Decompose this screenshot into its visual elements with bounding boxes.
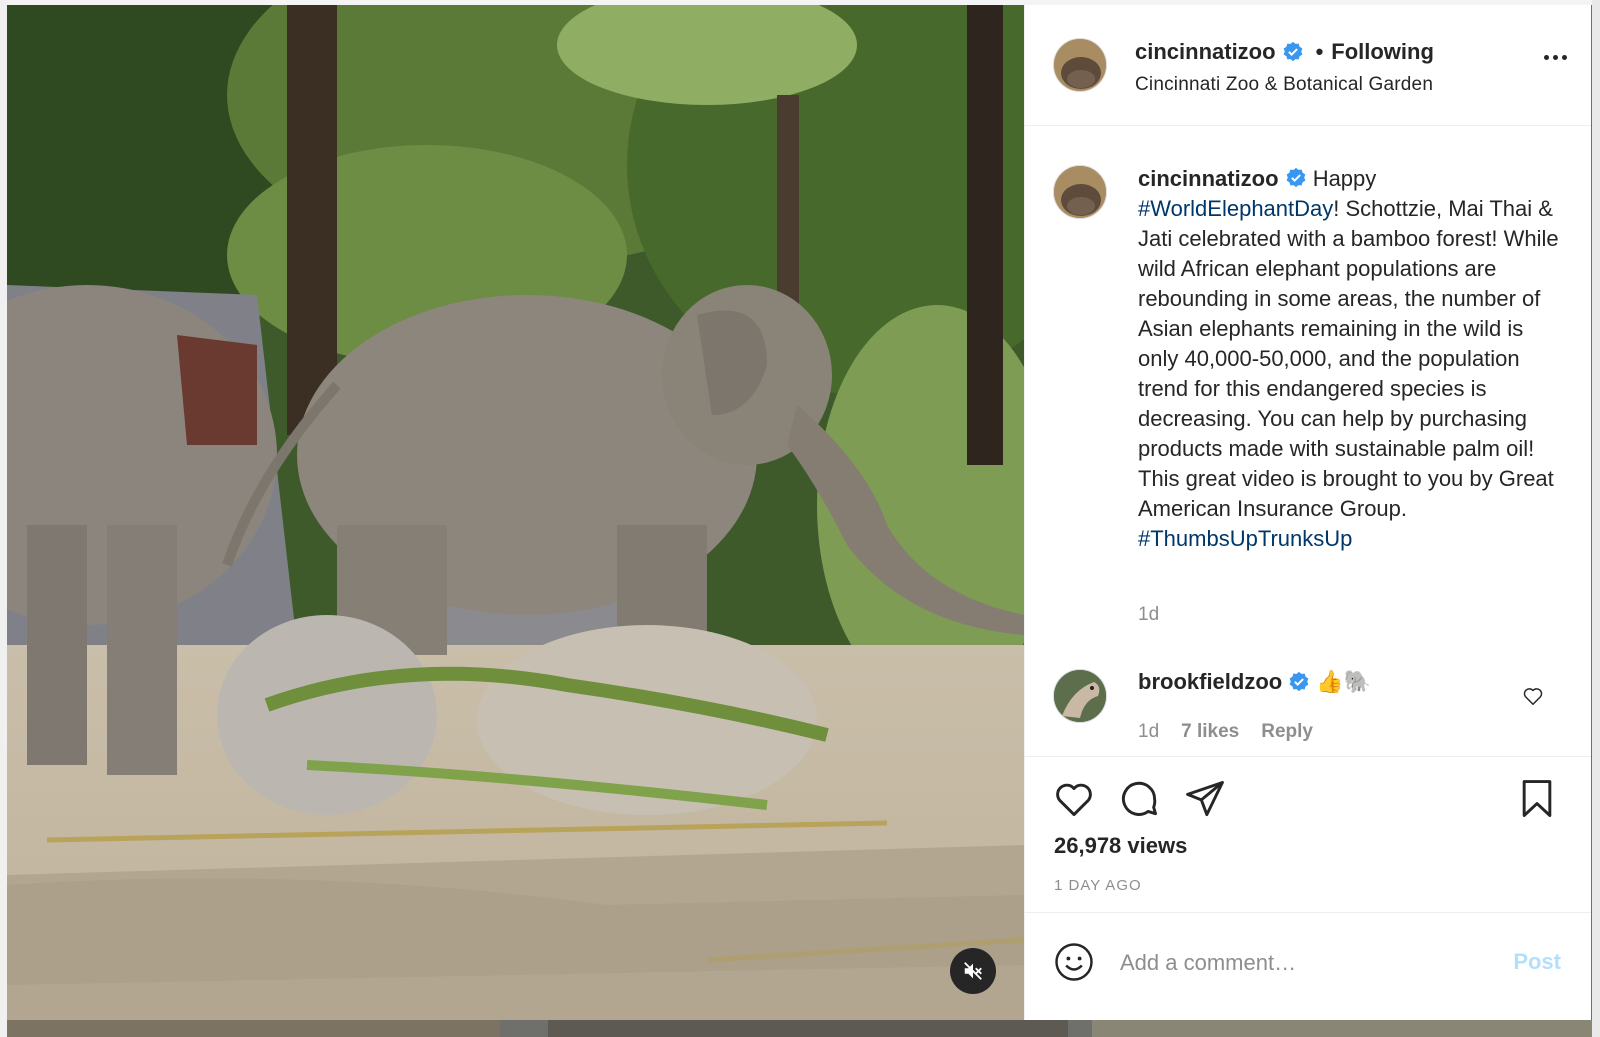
comment-icon[interactable] xyxy=(1117,777,1161,826)
post-actions: 26,978 views 1 DAY AGO xyxy=(1025,756,1591,912)
caption-text: ! Schottzie, Mai Thai & Jati celebrated … xyxy=(1138,196,1559,521)
verified-badge-icon xyxy=(1289,671,1309,692)
comment-text: 👍🐘 xyxy=(1316,669,1372,694)
post-comment-button[interactable]: Post xyxy=(1513,949,1561,975)
following-button[interactable]: Following xyxy=(1331,39,1434,65)
comment-likes[interactable]: 7 likes xyxy=(1181,721,1239,743)
verified-badge-icon xyxy=(1286,167,1305,188)
heart-icon[interactable] xyxy=(1052,777,1096,826)
emoji-icon[interactable] xyxy=(1053,941,1095,988)
post-header: cincinnatizoo • Following Cincinnati Zoo… xyxy=(1025,5,1591,126)
post-location[interactable]: Cincinnati Zoo & Botanical Garden xyxy=(1135,74,1433,96)
thumbnail xyxy=(548,1020,1068,1037)
thumbnail xyxy=(0,1020,500,1037)
view-count[interactable]: 26,978 views xyxy=(1054,833,1187,859)
hashtag-link[interactable]: #ThumbsUpTrunksUp xyxy=(1138,526,1352,551)
thumbnail xyxy=(1092,1020,1600,1037)
caption-text: Happy xyxy=(1312,166,1377,191)
comment-row: brookfieldzoo 👍🐘 xyxy=(1138,669,1371,695)
post-date[interactable]: 1 DAY AGO xyxy=(1054,877,1142,894)
bookmark-icon[interactable] xyxy=(1515,777,1559,826)
more-options-icon[interactable] xyxy=(1544,55,1567,60)
header-username[interactable]: cincinnatizoo xyxy=(1135,39,1276,65)
header-user-row: cincinnatizoo • Following xyxy=(1135,39,1434,65)
comment-meta: 1d 7 likes Reply xyxy=(1138,721,1313,743)
hashtag-link[interactable]: #WorldElephantDay xyxy=(1138,196,1333,221)
window-edge xyxy=(1592,0,1600,1037)
hippo-avatar-image xyxy=(1054,166,1106,218)
zoo-animal-avatar-image xyxy=(1054,670,1106,722)
comments-section[interactable]: cincinnatizoo Happy #WorldElephantDay! S… xyxy=(1025,127,1591,755)
caption-username[interactable]: cincinnatizoo xyxy=(1138,166,1279,191)
comment-input[interactable] xyxy=(1120,941,1490,985)
avatar[interactable] xyxy=(1053,38,1107,92)
post-video[interactable] xyxy=(7,5,1024,1020)
share-icon[interactable] xyxy=(1183,777,1227,826)
post-caption: cincinnatizoo Happy #WorldElephantDay! S… xyxy=(1138,164,1568,554)
elephant-video-frame xyxy=(7,5,1024,1020)
verified-badge-icon xyxy=(1283,41,1302,62)
caption-timestamp[interactable]: 1d xyxy=(1138,604,1159,626)
hippo-avatar-image xyxy=(1054,39,1106,91)
mute-button[interactable] xyxy=(950,948,996,994)
commenter-avatar[interactable] xyxy=(1053,669,1107,723)
reply-button[interactable]: Reply xyxy=(1261,721,1313,743)
comment-like-heart-icon[interactable] xyxy=(1522,685,1544,712)
caption-avatar[interactable] xyxy=(1053,165,1107,219)
post-sidebar: cincinnatizoo • Following Cincinnati Zoo… xyxy=(1024,5,1591,1020)
add-comment-bar: Post xyxy=(1025,912,1591,1020)
comment-timestamp[interactable]: 1d xyxy=(1138,721,1159,743)
muted-audio-icon xyxy=(964,962,982,980)
window-edge xyxy=(0,0,7,1037)
separator-dot: • xyxy=(1315,39,1324,64)
commenter-username[interactable]: brookfieldzoo xyxy=(1138,669,1282,695)
